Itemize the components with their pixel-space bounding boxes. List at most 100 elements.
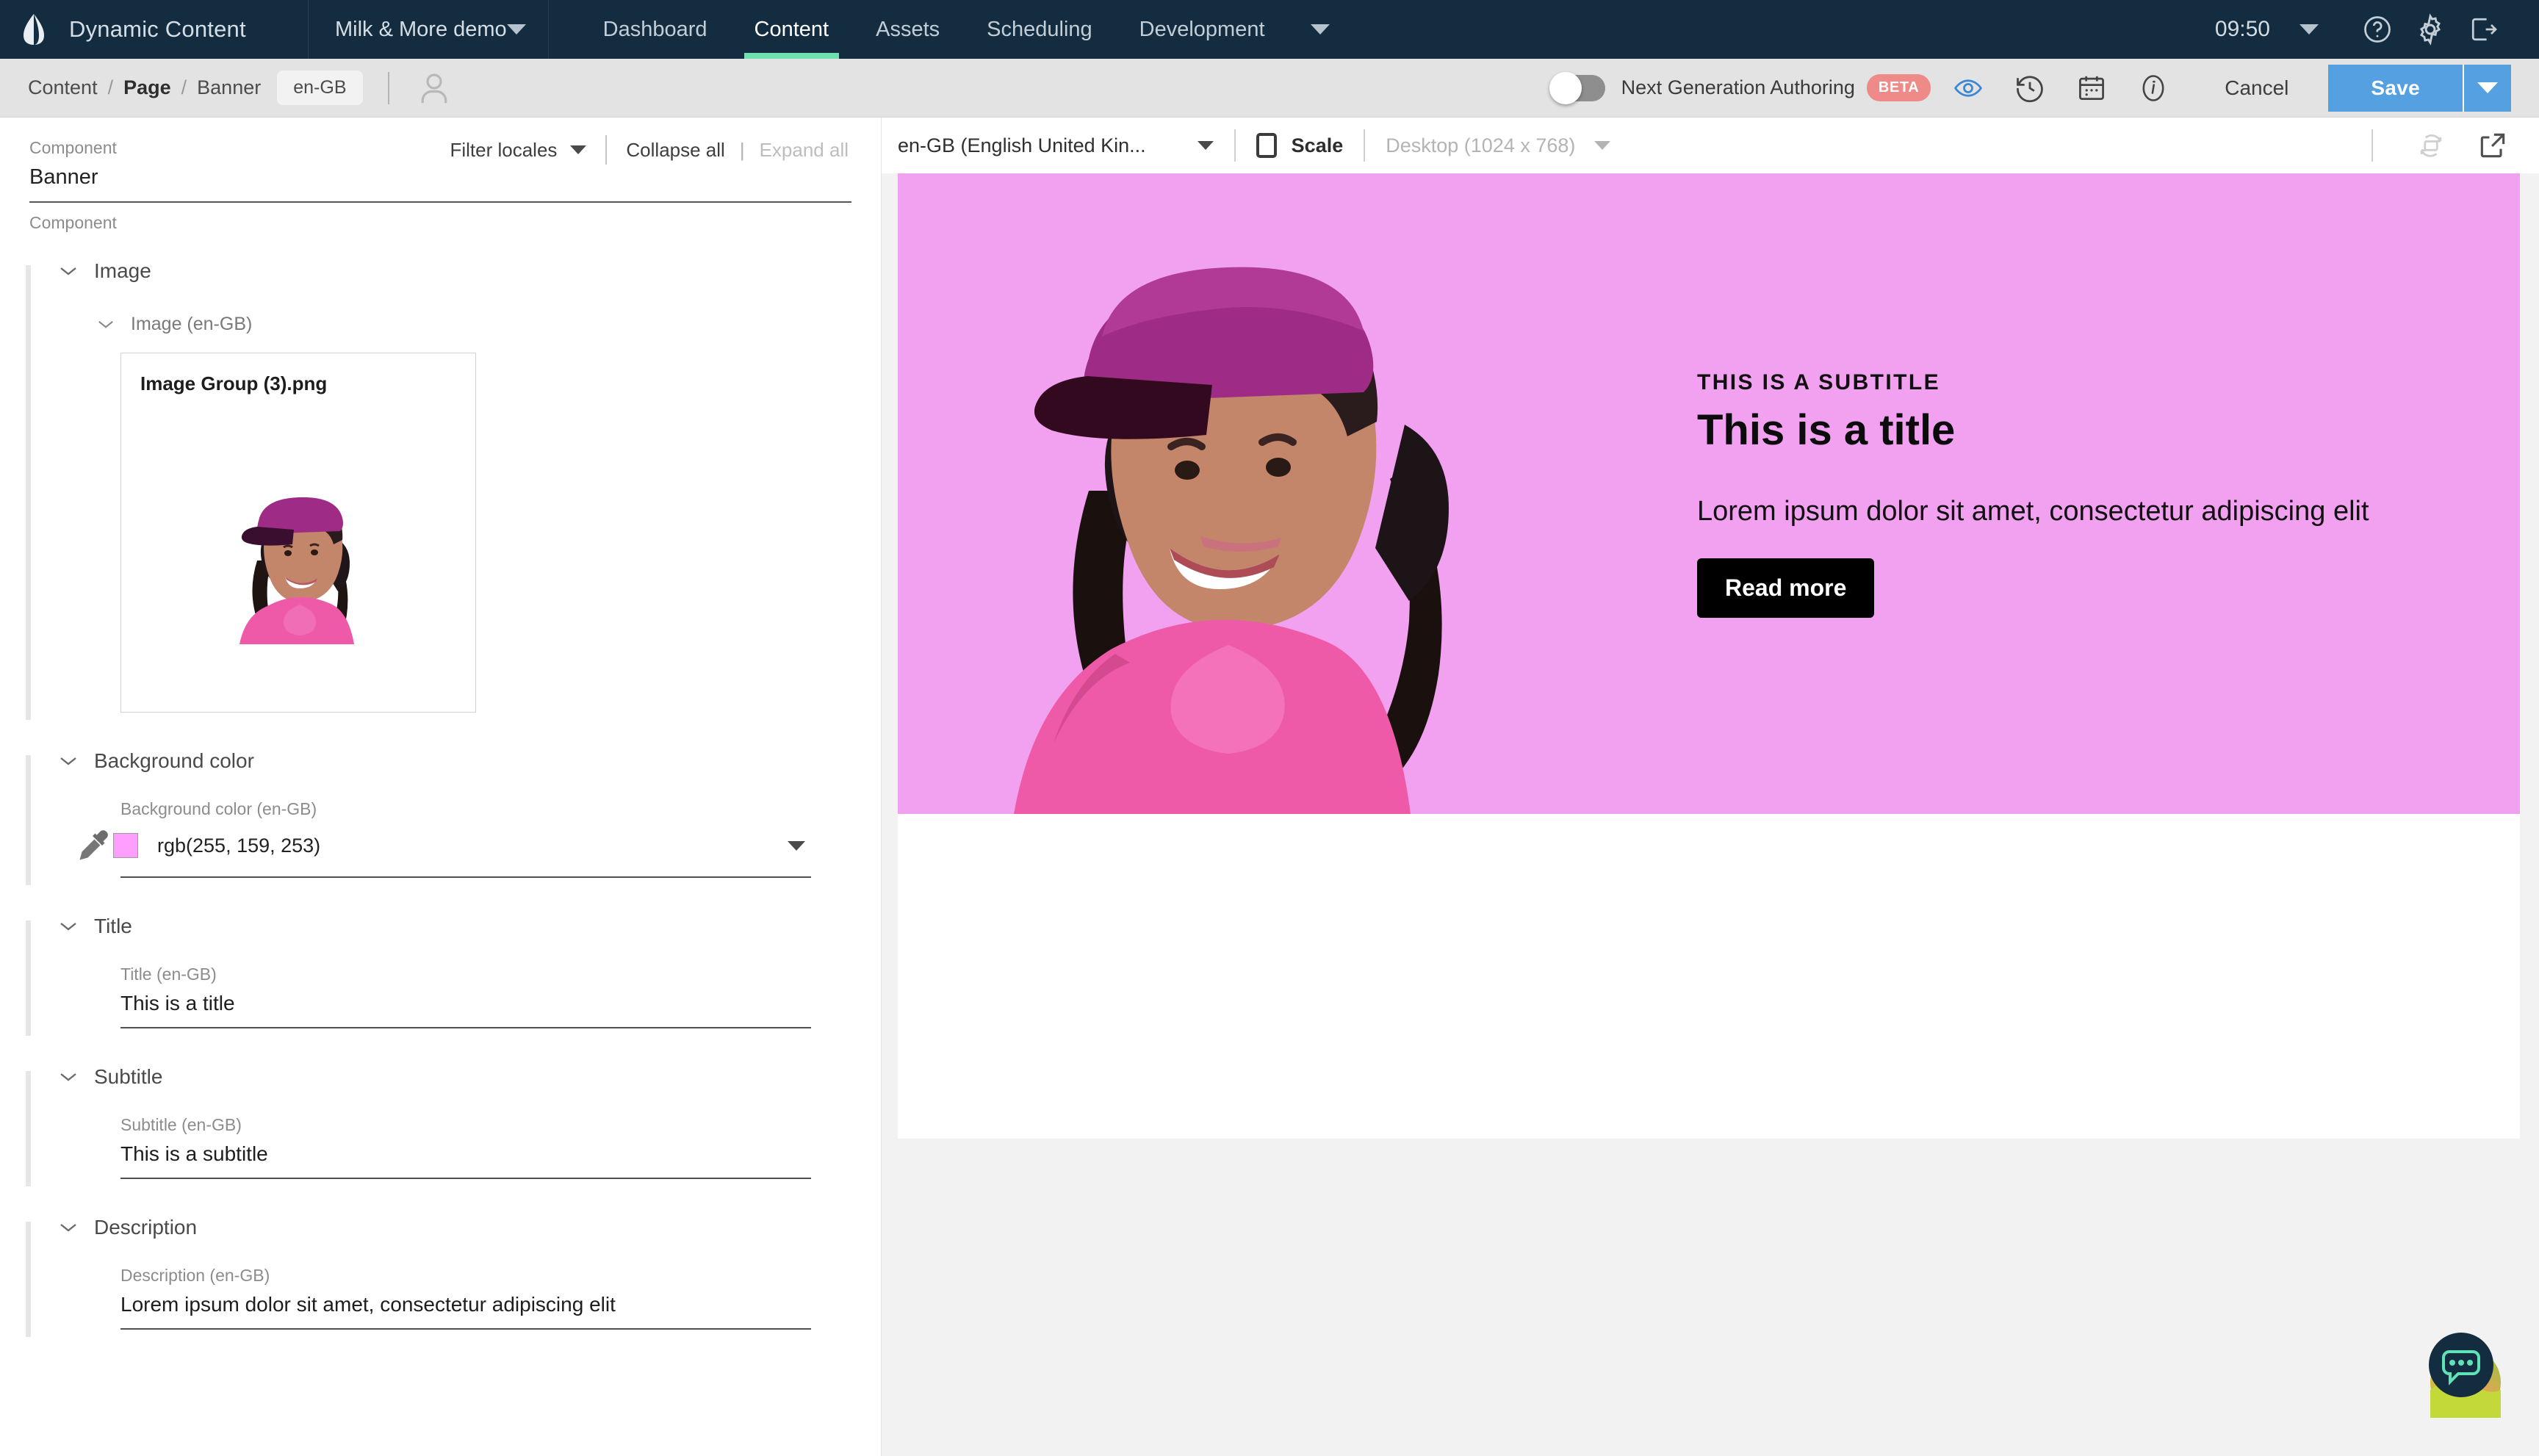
space-selector[interactable]: Milk & More demo bbox=[309, 0, 549, 59]
section-image: Image Image (en-GB) Image Group (3).png bbox=[0, 233, 881, 723]
content-form-panel: Component Banner Component Filter locale… bbox=[0, 118, 882, 1456]
chevron-down-icon bbox=[59, 1071, 78, 1083]
chevron-down-icon bbox=[1198, 141, 1214, 150]
preview-toolbar-right bbox=[2351, 121, 2517, 170]
preview-eye-icon[interactable] bbox=[1944, 64, 1992, 112]
save-button[interactable]: Save bbox=[2328, 65, 2463, 112]
subtitle-field: Subtitle (en-GB) This is a subtitle bbox=[120, 1115, 811, 1179]
eyedropper-icon[interactable] bbox=[75, 826, 113, 865]
chevron-down-icon bbox=[507, 24, 526, 35]
tab-content-label: Content bbox=[755, 18, 829, 42]
preview-divider bbox=[1364, 129, 1365, 162]
device-size-label: Desktop (1024 x 768) bbox=[1386, 134, 1575, 157]
brand-title: Dynamic Content bbox=[69, 16, 246, 43]
editor-body: Component Banner Component Filter locale… bbox=[0, 118, 2539, 1456]
status-badge: BETA bbox=[1867, 74, 1931, 101]
banner-model-photo bbox=[942, 175, 1588, 814]
more-nav-menu-button[interactable] bbox=[1289, 0, 1352, 59]
tab-scheduling[interactable]: Scheduling bbox=[963, 0, 1116, 59]
chat-widget-button[interactable] bbox=[2416, 1325, 2511, 1421]
scale-checkbox[interactable] bbox=[1256, 133, 1277, 158]
help-icon[interactable] bbox=[2351, 3, 2404, 56]
section-image-locale-header[interactable]: Image (en-GB) bbox=[29, 314, 851, 335]
preview-canvas: THIS IS A SUBTITLE This is a title Lorem… bbox=[898, 173, 2520, 1139]
save-options-button[interactable] bbox=[2463, 65, 2511, 112]
breadcrumb-item-banner: Banner bbox=[197, 76, 261, 99]
title-input[interactable]: This is a title bbox=[120, 992, 811, 1028]
section-background-color: Background color Background color (en-GB… bbox=[0, 723, 881, 888]
subtitle-field-label: Subtitle (en-GB) bbox=[120, 1115, 811, 1135]
chevron-down-icon bbox=[1311, 24, 1330, 35]
avatar[interactable] bbox=[414, 68, 454, 108]
banner-copy-block: THIS IS A SUBTITLE This is a title Lorem… bbox=[1697, 173, 2369, 814]
image-asset-card[interactable]: Image Group (3).png bbox=[120, 353, 476, 713]
section-description-header[interactable]: Description bbox=[29, 1216, 851, 1239]
subtitle-input[interactable]: This is a subtitle bbox=[120, 1142, 811, 1179]
rotate-device-icon bbox=[2407, 121, 2455, 170]
section-title-title: Title bbox=[94, 915, 132, 938]
form-header: Component Banner Component Filter locale… bbox=[0, 118, 881, 233]
preview-locale-selector[interactable]: en-GB (English United Kin... bbox=[898, 134, 1214, 157]
tab-dashboard[interactable]: Dashboard bbox=[580, 0, 731, 59]
chevron-down-icon bbox=[59, 1222, 78, 1233]
background-color-field-label: Background color (en-GB) bbox=[120, 799, 811, 819]
primary-nav-tabs: Dashboard Content Assets Scheduling Deve… bbox=[549, 0, 1352, 59]
version-history-icon[interactable] bbox=[2006, 64, 2054, 112]
breadcrumb-separator: / bbox=[181, 76, 187, 99]
preview-divider bbox=[1234, 129, 1236, 162]
banner-title: This is a title bbox=[1697, 406, 2369, 455]
open-in-new-window-icon[interactable] bbox=[2468, 121, 2517, 170]
title-input-value: This is a title bbox=[120, 992, 235, 1014]
brand-area: Dynamic Content bbox=[0, 0, 309, 59]
schedule-calendar-icon[interactable] bbox=[2067, 64, 2116, 112]
tab-development[interactable]: Development bbox=[1116, 0, 1289, 59]
section-background-color-header[interactable]: Background color bbox=[29, 749, 851, 773]
component-field-hint: Component bbox=[29, 213, 851, 233]
chat-bubble-icon bbox=[2416, 1325, 2511, 1421]
chevron-down-icon bbox=[1594, 141, 1610, 150]
top-navigation-right: 09:50 bbox=[2208, 0, 2539, 59]
description-input-value: Lorem ipsum dolor sit amet, consectetur … bbox=[120, 1293, 616, 1316]
breadcrumb: Content / Page / Banner en-GB bbox=[28, 71, 363, 105]
top-navigation-bar: Dynamic Content Milk & More demo Dashboa… bbox=[0, 0, 2539, 59]
section-subtitle-title: Subtitle bbox=[94, 1065, 162, 1089]
banner-read-more-button[interactable]: Read more bbox=[1697, 558, 1874, 618]
color-swatch bbox=[113, 833, 138, 858]
filter-locales-label: Filter locales bbox=[450, 139, 557, 162]
tab-assets-label: Assets bbox=[876, 18, 940, 42]
section-title-header[interactable]: Title bbox=[29, 915, 851, 938]
toggle-track bbox=[1551, 75, 1605, 101]
chevron-down-icon[interactable] bbox=[2299, 24, 2319, 35]
banner-subtitle: THIS IS A SUBTITLE bbox=[1697, 370, 2369, 395]
section-image-header[interactable]: Image bbox=[29, 259, 851, 283]
collapse-all-button[interactable]: Collapse all bbox=[626, 139, 724, 162]
chevron-down-icon[interactable] bbox=[788, 841, 805, 851]
title-field: Title (en-GB) This is a title bbox=[120, 965, 811, 1028]
next-gen-authoring-toggle[interactable]: Next Generation Authoring bbox=[1551, 75, 1855, 101]
toolbar-divider bbox=[388, 72, 389, 104]
background-color-value: rgb(255, 159, 253) bbox=[157, 835, 788, 857]
scale-label[interactable]: Scale bbox=[1292, 134, 1344, 157]
component-field-value[interactable]: Banner bbox=[29, 165, 851, 203]
tool-pipe: | bbox=[740, 139, 745, 162]
logout-icon[interactable] bbox=[2457, 3, 2510, 56]
description-input[interactable]: Lorem ipsum dolor sit amet, consectetur … bbox=[120, 1293, 811, 1330]
chevron-down-icon bbox=[570, 145, 586, 154]
filter-locales-button[interactable]: Filter locales bbox=[450, 139, 586, 162]
tab-content[interactable]: Content bbox=[731, 0, 853, 59]
tab-dashboard-label: Dashboard bbox=[603, 18, 707, 42]
section-subtitle-header[interactable]: Subtitle bbox=[29, 1065, 851, 1089]
chevron-down-icon bbox=[59, 265, 78, 277]
title-field-label: Title (en-GB) bbox=[120, 965, 811, 984]
background-color-input[interactable]: rgb(255, 159, 253) bbox=[120, 826, 811, 878]
section-title: Title Title (en-GB) This is a title bbox=[0, 888, 881, 1039]
settings-gear-icon[interactable] bbox=[2404, 3, 2457, 56]
breadcrumb-item-page[interactable]: Page bbox=[123, 76, 171, 99]
breadcrumb-item-content[interactable]: Content bbox=[28, 76, 98, 99]
cancel-button[interactable]: Cancel bbox=[2225, 76, 2288, 100]
image-asset-filename: Image Group (3).png bbox=[140, 372, 475, 395]
locale-chip[interactable]: en-GB bbox=[277, 71, 362, 105]
info-icon[interactable] bbox=[2129, 64, 2178, 112]
tab-assets[interactable]: Assets bbox=[852, 0, 963, 59]
editor-toolbar: Content / Page / Banner en-GB Next Gener… bbox=[0, 59, 2539, 118]
